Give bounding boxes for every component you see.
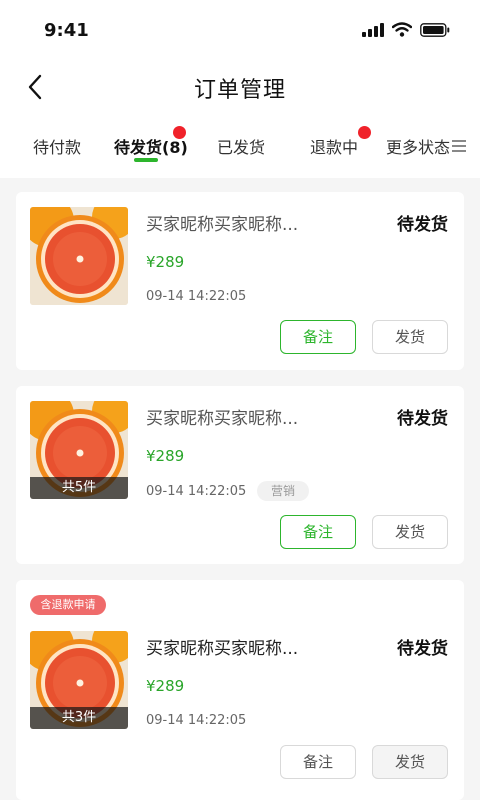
buyer-name: 买家昵称买家昵称...: [146, 215, 299, 235]
status-icons: [362, 22, 450, 37]
page-title: 订单管理: [193, 78, 286, 103]
tab-badge-dot: [173, 126, 186, 139]
buyer-name: 买家昵称买家昵称...: [146, 409, 299, 429]
ship-button[interactable]: 发货: [372, 745, 448, 779]
order-time: 09-14 14:22:05: [146, 713, 247, 728]
buyer-name: 买家昵称买家昵称...: [146, 639, 299, 659]
signal-icon: [362, 22, 384, 37]
remark-button[interactable]: 备注: [280, 515, 356, 549]
status-time: 9:41: [44, 20, 89, 41]
ship-button[interactable]: 发货: [372, 320, 448, 354]
order-price: ¥289: [146, 253, 185, 271]
order-card[interactable]: 共5件 买家昵称买家昵称... 待发货 ¥289 09-14 14:22:05 …: [16, 386, 464, 564]
nav-bar: 订单管理: [0, 64, 480, 118]
product-image: [30, 207, 128, 305]
order-status: 待发货: [397, 215, 448, 235]
item-count-overlay: 共3件: [30, 707, 128, 729]
remark-button[interactable]: 备注: [280, 745, 356, 779]
status-tabs: 待付款 待发货(8) 已发货 退款中 更多状态: [0, 118, 480, 178]
refund-request-badge: 含退款申请: [30, 595, 106, 615]
order-status: 待发货: [397, 639, 448, 659]
order-time: 09-14 14:22:05: [146, 289, 247, 304]
order-card[interactable]: 买家昵称买家昵称... 待发货 ¥289 09-14 14:22:05 备注 发…: [16, 192, 464, 370]
tab-shipped[interactable]: 已发货: [217, 134, 265, 158]
product-image: 共5件: [30, 401, 128, 499]
tab-pending-payment[interactable]: 待付款: [33, 134, 81, 158]
wifi-icon: [392, 22, 412, 37]
ship-button[interactable]: 发货: [372, 515, 448, 549]
order-card[interactable]: 含退款申请 共3件 买家昵称买家昵称... 待发货 ¥289 09-14 14:…: [16, 580, 464, 800]
item-count-overlay: 共5件: [30, 477, 128, 499]
menu-icon[interactable]: [452, 140, 466, 154]
order-price: ¥289: [146, 447, 185, 465]
battery-icon: [420, 22, 450, 37]
order-time: 09-14 14:22:05: [146, 484, 247, 499]
status-bar: 9:41: [0, 0, 480, 64]
marketing-tag: 营销: [257, 481, 309, 501]
product-image: 共3件: [30, 631, 128, 729]
remark-button[interactable]: 备注: [280, 320, 356, 354]
order-price: ¥289: [146, 677, 185, 695]
order-status: 待发货: [397, 409, 448, 429]
tab-more-status[interactable]: 更多状态: [386, 134, 450, 158]
tab-refunding[interactable]: 退款中: [310, 134, 358, 158]
tab-active-indicator: [134, 158, 158, 162]
tab-badge-dot: [358, 126, 371, 139]
